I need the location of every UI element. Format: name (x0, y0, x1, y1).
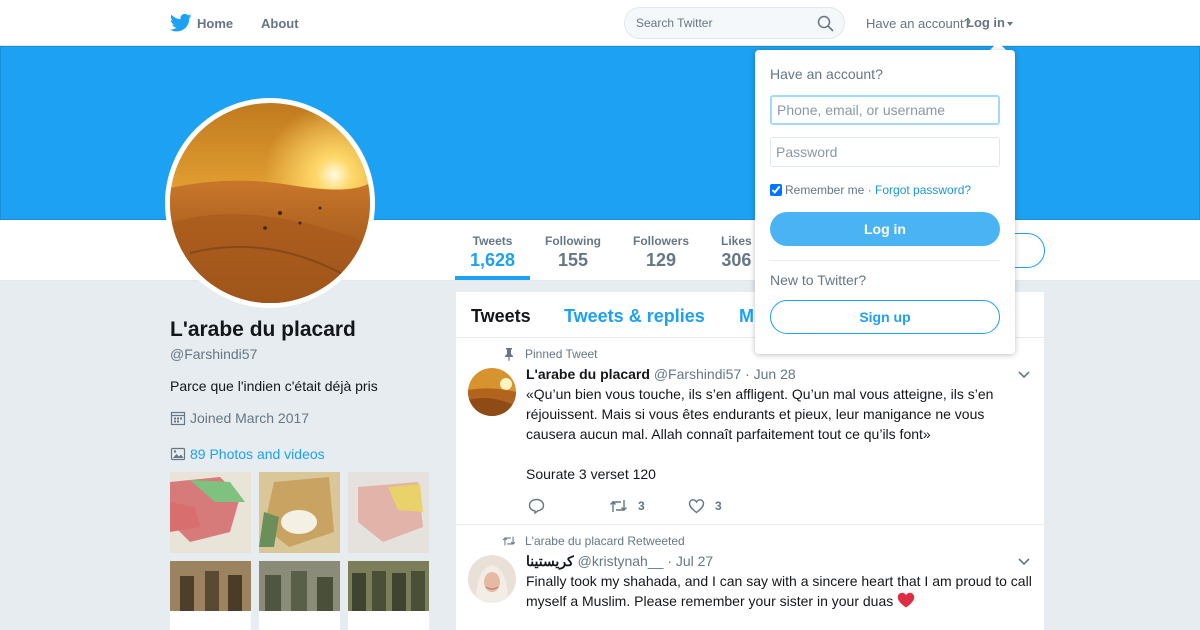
tweet-text: Finally took my shahada, and I can say w… (526, 573, 1032, 609)
profile-name[interactable]: L'arabe du placard (170, 318, 356, 342)
caret-down-icon (1007, 21, 1013, 26)
like-button[interactable]: 3 (688, 498, 722, 514)
like-count: 3 (715, 499, 722, 513)
photo-thumbnail[interactable] (348, 561, 429, 630)
stat-label: Tweets (472, 234, 513, 248)
tweet-author-name[interactable]: كريستينا (526, 553, 574, 569)
tweet-context-label: L'arabe du placard Retweeted (525, 534, 685, 548)
tweet-context-label: Pinned Tweet (525, 347, 598, 361)
photo-thumbnail[interactable] (348, 472, 429, 553)
signup-button[interactable]: Sign up (770, 300, 1000, 334)
stat-value: 129 (645, 250, 677, 270)
search-box[interactable]: Search Twitter (624, 7, 845, 39)
login-dropdown: Have an account? Remember me · Forgot pa… (755, 50, 1015, 354)
divider (770, 260, 1000, 261)
retweet-count: 3 (638, 499, 645, 513)
reply-button[interactable] (528, 498, 555, 515)
password-input[interactable] (770, 137, 1000, 167)
profile-handle[interactable]: @Farshindi57 (170, 346, 257, 362)
tweet-avatar[interactable] (468, 555, 516, 603)
retweet-icon (502, 536, 516, 546)
tweet-header: كريستينا @kristynah__ · Jul 27 (526, 553, 713, 570)
tweet-text: «Qu’un bien vous touche, ils s’en afflig… (526, 386, 994, 442)
photos-videos-link[interactable]: 89 Photos and videos (170, 446, 325, 462)
twitter-bird-icon[interactable] (170, 13, 192, 33)
tweet-author-name[interactable]: L'arabe du placard (526, 366, 650, 382)
search-input[interactable]: Search Twitter (636, 16, 712, 30)
tweet-date[interactable]: · Jul 27 (667, 553, 713, 569)
pin-icon (505, 348, 513, 361)
profile-avatar[interactable] (165, 98, 375, 308)
avatar-image (170, 103, 370, 303)
tab-tweets-replies[interactable]: Tweets & replies (564, 306, 705, 327)
login-link-label: Log in (966, 15, 1005, 30)
have-account-text: Have an account? (866, 16, 971, 31)
joined-text: Joined March 2017 (190, 410, 310, 426)
retweet-button[interactable]: 3 (609, 498, 645, 514)
dropdown-title: Have an account? (770, 66, 883, 82)
chevron-down-icon[interactable] (1018, 558, 1030, 566)
stat-following[interactable]: Following 155 (545, 234, 601, 271)
nav-about-link[interactable]: About (261, 16, 299, 31)
stat-value: 1,628 (470, 250, 516, 270)
tweet[interactable]: L'arabe du placard Retweeted كريستينا @k… (456, 525, 1044, 630)
retweet-icon (610, 500, 627, 512)
tab-media[interactable]: M (739, 306, 754, 327)
nav-home-link[interactable]: Home (197, 16, 233, 31)
calendar-icon (170, 411, 186, 426)
tweet-text-line: Sourate 3 verset 120 (526, 466, 656, 482)
tweet-header: L'arabe du placard @Farshindi57 · Jun 28 (526, 366, 796, 382)
tab-tweets[interactable]: Tweets (471, 306, 531, 327)
chevron-down-icon[interactable] (1018, 371, 1030, 379)
remember-me-checkbox[interactable] (770, 184, 782, 196)
stat-followers[interactable]: Followers 129 (633, 234, 689, 271)
tweet-author-handle[interactable]: @Farshindi57 (654, 366, 741, 382)
remember-me-row: Remember me · Forgot password? (770, 183, 971, 197)
tweet-text-container: Finally took my shahada, and I can say w… (526, 571, 1038, 611)
separator-dot: · (864, 183, 876, 197)
profile-bio: Parce que l'indien c'était déjà pris (170, 378, 378, 394)
stat-value: 306 (721, 250, 752, 270)
joined-date: Joined March 2017 (170, 410, 309, 426)
photo-thumbnail[interactable] (170, 472, 251, 553)
photo-thumbnail[interactable] (170, 561, 251, 630)
tweet-avatar[interactable] (468, 368, 516, 416)
remember-me-label[interactable]: Remember me (785, 183, 864, 197)
image-icon (170, 447, 186, 461)
stat-value: 155 (557, 250, 589, 270)
login-button[interactable]: Log in (770, 212, 1000, 246)
top-navigation: Home About Search Twitter Have an accoun… (0, 0, 1200, 46)
username-input[interactable] (770, 95, 1000, 125)
heart-icon (688, 499, 705, 514)
active-tab-indicator (455, 276, 530, 280)
red-heart-emoji-icon (897, 592, 915, 608)
new-to-twitter-text: New to Twitter? (770, 272, 867, 288)
photo-thumbnail[interactable] (259, 472, 340, 553)
forgot-password-link[interactable]: Forgot password? (875, 183, 971, 197)
search-icon[interactable] (817, 15, 834, 32)
stat-label: Following (545, 234, 601, 248)
stat-label: Followers (633, 234, 690, 248)
reply-icon (528, 498, 545, 515)
tweet-date[interactable]: · Jun 28 (745, 366, 796, 382)
tweet-author-handle[interactable]: @kristynah__ (578, 553, 664, 569)
photo-thumbnail[interactable] (259, 561, 340, 630)
photos-link-label: 89 Photos and videos (190, 446, 325, 462)
stat-label: Likes (721, 234, 752, 248)
login-menu-toggle[interactable]: Log in (966, 15, 1013, 30)
tweet[interactable]: Pinned Tweet L'arabe du placard @Farshin… (456, 338, 1044, 525)
stat-likes[interactable]: Likes 306 (721, 234, 752, 271)
stat-tweets[interactable]: Tweets 1,628 (470, 234, 515, 271)
